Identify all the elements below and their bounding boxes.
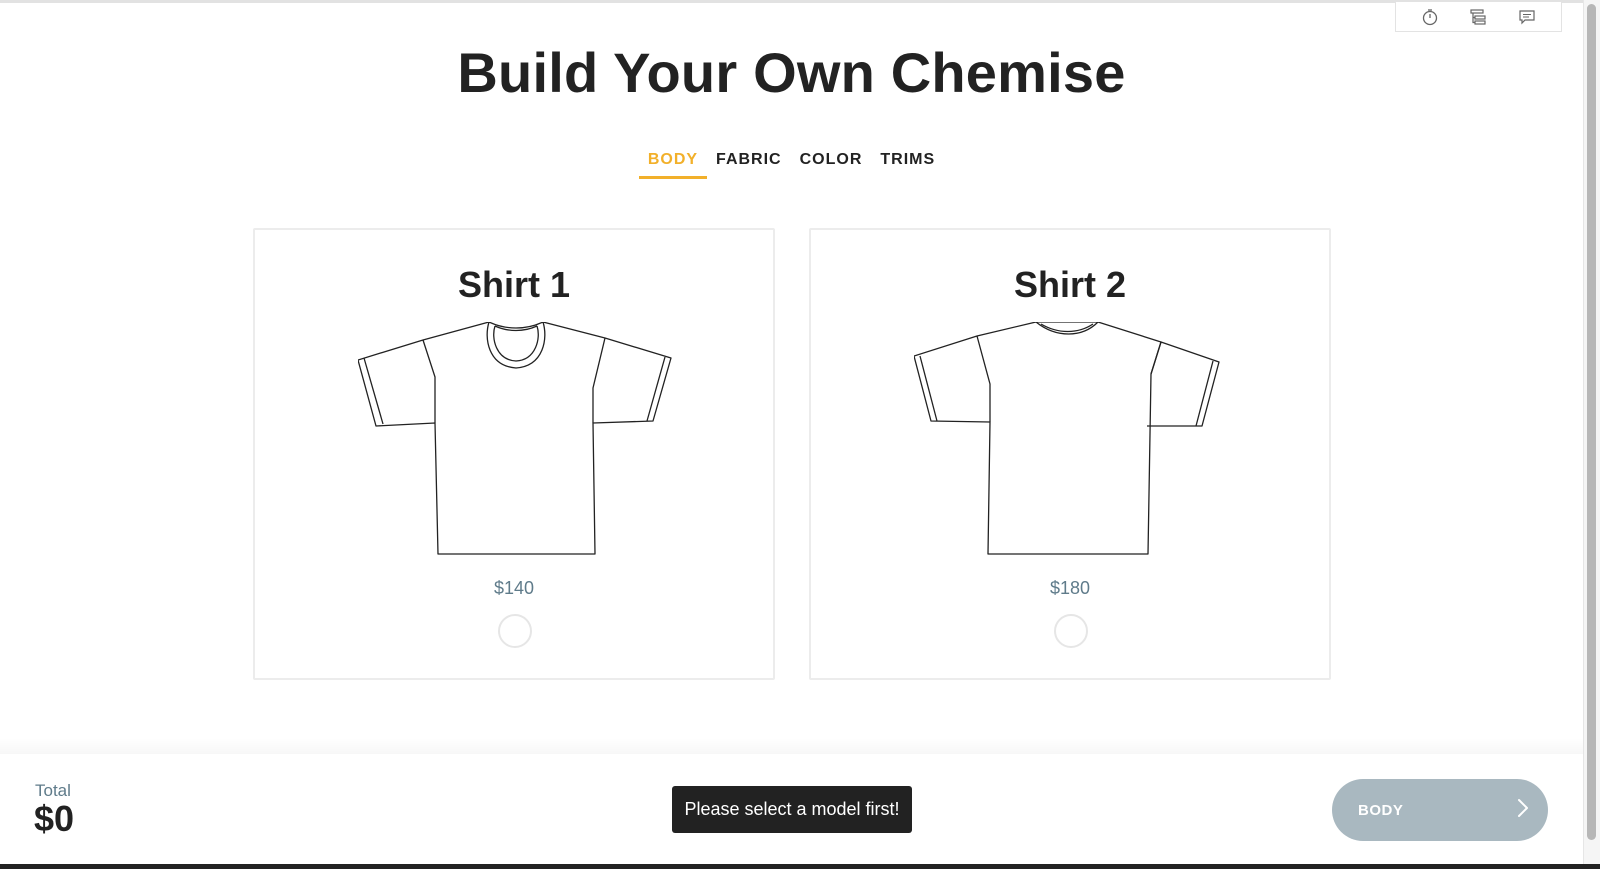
chevron-right-icon [1516,798,1530,823]
toast-message: Please select a model first! [672,786,912,833]
model-title: Shirt 1 [457,264,571,305]
tab-fabric[interactable]: FABRIC [707,148,791,177]
comment-icon[interactable] [1516,6,1538,28]
top-right-toolbar [1395,2,1562,32]
crew-neck-tshirt-icon [358,322,672,555]
timer-icon[interactable] [1419,6,1441,28]
step-tabs: BODY FABRIC COLOR TRIMS [0,148,1583,179]
tab-color[interactable]: COLOR [791,148,872,177]
footer-bar: Total $0 Please select a model first! BO… [0,754,1583,864]
window-bottom-edge [0,864,1600,869]
next-step-button[interactable]: BODY [1332,779,1548,841]
select-radio[interactable] [498,614,532,648]
select-radio[interactable] [1054,614,1088,648]
scrollbar-thumb[interactable] [1587,4,1596,840]
top-border [0,0,1600,3]
footer-shadow [0,738,1583,754]
model-card-shirt-1[interactable]: Shirt 1 $140 [253,228,775,680]
total-value: $0 [34,798,75,839]
tab-trims[interactable]: TRIMS [871,148,944,177]
model-price: $140 [493,578,535,598]
tree-list-icon[interactable] [1467,6,1489,28]
model-card-shirt-2[interactable]: Shirt 2 $180 [809,228,1331,680]
next-step-label: BODY [1358,801,1404,819]
model-title: Shirt 2 [1013,264,1127,305]
page-title: Build Your Own Chemise [457,41,1126,104]
tab-body[interactable]: BODY [638,148,708,179]
scoop-neck-tshirt-icon [914,322,1220,555]
model-price: $180 [1049,578,1091,598]
